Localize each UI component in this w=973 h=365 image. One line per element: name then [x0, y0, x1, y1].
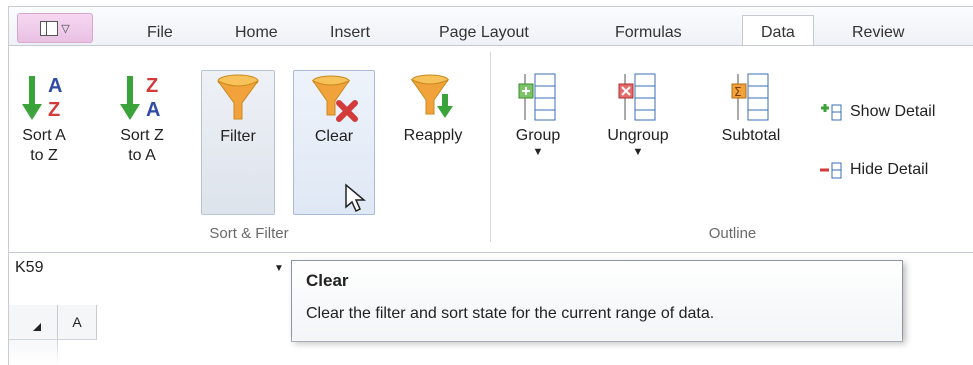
group-button[interactable]: Group ▼ [505, 70, 571, 215]
select-all-triangle-icon [33, 323, 41, 331]
name-box-dropdown-icon[interactable]: ▼ [274, 263, 284, 274]
outline-group: Group ▼ Ungroup ▼ Σ Subtotal Show Detail… [491, 46, 973, 246]
svg-text:A: A [146, 99, 160, 121]
sort-z-to-a-button[interactable]: Z A Sort Z to A [115, 70, 169, 215]
sort-z-label-line2: to A [128, 147, 156, 164]
sort-filter-group-label: Sort & Filter [209, 225, 289, 242]
svg-text:Z: Z [48, 99, 60, 121]
svg-text:Σ: Σ [734, 85, 742, 99]
group-rows-icon [518, 73, 556, 121]
outline-group-label: Outline [708, 225, 757, 242]
reapply-button[interactable]: Reapply [393, 70, 473, 215]
layout-icon [40, 20, 59, 36]
filter-button[interactable]: Filter [201, 70, 275, 215]
mouse-cursor-icon [345, 183, 366, 213]
dropdown-arrow-icon: ▽ [61, 22, 70, 35]
sort-ascending-icon: A Z [22, 75, 62, 121]
subtotal-label: Subtotal [721, 127, 781, 144]
ribbon-tab-bar: ▽ File Home Insert Page Layout Formulas … [9, 7, 973, 46]
filter-label: Filter [220, 128, 256, 145]
tab-home[interactable]: Home [235, 24, 278, 42]
bottom-fade [9, 335, 973, 365]
sort-a-label-line1: Sort A [22, 127, 66, 144]
hide-detail-label: Hide Detail [850, 161, 929, 178]
sort-a-label-line2: to Z [30, 147, 58, 164]
show-detail-icon [821, 104, 842, 121]
sort-descending-icon: Z A [120, 75, 160, 121]
filter-funnel-icon [217, 74, 259, 120]
spreadsheet-window: ▽ File Home Insert Page Layout Formulas … [8, 6, 973, 365]
tab-formulas[interactable]: Formulas [615, 24, 682, 42]
ribbon: A Z Sort A to Z Z A Sort Z to A Filter C… [9, 45, 973, 246]
tab-insert[interactable]: Insert [330, 24, 370, 42]
ungroup-dropdown-icon: ▼ [632, 146, 644, 158]
tab-file[interactable]: File [147, 24, 173, 42]
sort-filter-group: A Z Sort A to Z Z A Sort Z to A Filter C… [9, 46, 489, 246]
clear-tooltip: Clear Clear the filter and sort state fo… [291, 260, 903, 342]
application-menu-button[interactable]: ▽ [17, 13, 93, 43]
svg-text:A: A [48, 75, 62, 97]
svg-text:Z: Z [146, 75, 158, 97]
clear-label: Clear [314, 128, 354, 145]
tab-data[interactable]: Data [742, 15, 814, 46]
name-box[interactable]: K59 [11, 255, 273, 281]
tooltip-title: Clear [306, 271, 349, 290]
group-dropdown-icon: ▼ [532, 146, 544, 158]
sort-a-to-z-button[interactable]: A Z Sort A to Z [17, 70, 71, 215]
reapply-filter-icon [410, 74, 453, 118]
subtotal-icon: Σ [731, 73, 769, 121]
reapply-label: Reapply [403, 127, 463, 144]
show-detail-button[interactable]: Show Detail [819, 102, 935, 122]
ungroup-label: Ungroup [607, 127, 669, 144]
sort-z-label-line1: Sort Z [120, 127, 164, 144]
hide-detail-button[interactable]: Hide Detail [819, 160, 928, 180]
group-label: Group [515, 127, 561, 144]
hide-detail-icon [820, 162, 842, 179]
ungroup-button[interactable]: Ungroup ▼ [595, 70, 681, 215]
clear-filter-icon [311, 75, 358, 122]
tooltip-description: Clear the filter and sort state for the … [306, 305, 715, 322]
show-detail-label: Show Detail [850, 103, 936, 120]
ungroup-rows-icon [618, 73, 656, 121]
subtotal-button[interactable]: Σ Subtotal [705, 70, 797, 215]
tab-page-layout[interactable]: Page Layout [439, 24, 529, 42]
tab-review[interactable]: Review [852, 24, 904, 42]
